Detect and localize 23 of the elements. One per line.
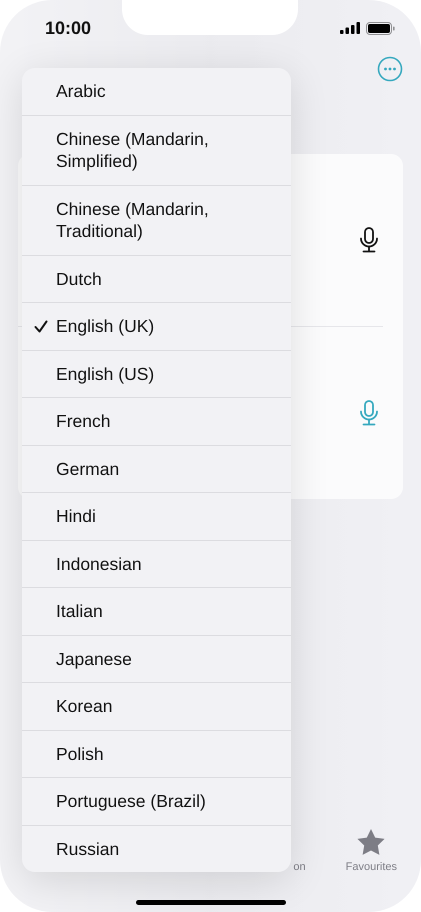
language-option[interactable]: Portuguese (Brazil): [22, 778, 291, 826]
language-option[interactable]: Korean: [22, 683, 291, 730]
more-button[interactable]: [377, 56, 403, 82]
language-option[interactable]: Chinese (Mandarin, Traditional): [22, 186, 291, 256]
language-option[interactable]: English (UK): [22, 303, 291, 350]
language-option[interactable]: English (US): [22, 350, 291, 398]
language-option[interactable]: Dutch: [22, 256, 291, 303]
tab-bar-item[interactable]: Favourites: [346, 828, 397, 873]
language-option[interactable]: Indonesian: [22, 540, 291, 588]
language-option[interactable]: Arabic: [22, 68, 291, 116]
language-option[interactable]: Japanese: [22, 636, 291, 683]
language-option[interactable]: Chinese (Mandarin, Simplified): [22, 116, 291, 186]
star-icon: [356, 828, 386, 856]
status-time: 10:00: [45, 18, 92, 38]
battery-icon: [366, 22, 395, 34]
language-option[interactable]: Hindi: [22, 493, 291, 540]
language-option[interactable]: Russian: [22, 826, 291, 872]
language-option[interactable]: French: [22, 398, 291, 446]
language-option[interactable]: Italian: [22, 588, 291, 636]
language-option[interactable]: German: [22, 446, 291, 493]
microphone-button[interactable]: [360, 227, 378, 253]
signal-icon: [340, 22, 360, 34]
language-option[interactable]: Polish: [22, 730, 291, 778]
